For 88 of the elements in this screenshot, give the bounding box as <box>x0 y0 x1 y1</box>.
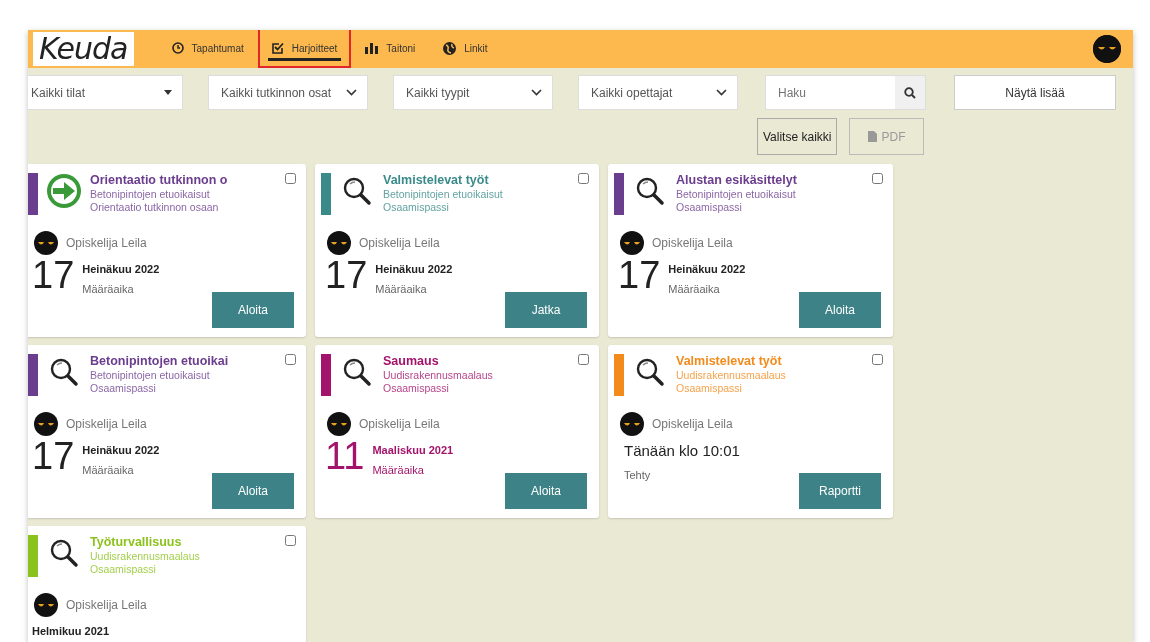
search-button[interactable] <box>895 76 925 109</box>
card-type: Osaamispassi <box>90 382 157 395</box>
card-action-button[interactable]: Aloita <box>505 473 587 509</box>
card-subtitle: Betonipintojen etuoikaisut <box>90 369 211 382</box>
card-checkbox[interactable] <box>578 354 589 365</box>
card-subtitle: Uudisrakennusmaalaus <box>676 369 786 382</box>
nav-tab[interactable]: Harjoitteet <box>257 30 352 68</box>
due-day: 17 <box>32 257 75 293</box>
due-day: 17 <box>618 257 661 293</box>
card-type: Osaamispassi <box>90 563 157 576</box>
due-month: Heinäkuu 2022 <box>668 262 746 277</box>
status-label: Tehty <box>624 467 652 483</box>
card-checkbox[interactable] <box>285 173 296 184</box>
completed-time: Tänään klo 10:01 <box>624 441 741 461</box>
due-month: Helmikuu 2021 <box>32 624 110 639</box>
avatar-icon <box>327 412 351 436</box>
card-action-button[interactable]: Aloita <box>799 292 881 328</box>
card-subtitle: Betonipintojen etuoikaisut <box>90 188 211 201</box>
card-checkbox[interactable] <box>578 173 589 184</box>
avatar-icon <box>327 231 351 255</box>
student-name: Opiskelija Leila <box>359 235 440 252</box>
filter-dropdown[interactable]: Kaikki tilat <box>28 75 183 110</box>
search-field[interactable]: Haku <box>765 75 926 110</box>
card-title[interactable]: Alustan esikäsittelyt <box>676 173 797 188</box>
clock-icon <box>171 42 184 54</box>
due-day: 17 <box>325 257 368 293</box>
card-title[interactable]: Orientaatio tutkinnon o <box>90 173 228 188</box>
due-label: Määräaika <box>82 462 135 478</box>
due-label: Määräaika <box>668 281 721 297</box>
due-month: Heinäkuu 2022 <box>82 262 160 277</box>
filter-dropdown[interactable]: Kaikki tyypit <box>393 75 553 110</box>
card-checkbox[interactable] <box>872 173 883 184</box>
action-button[interactable]: Valitse kaikki <box>757 118 838 155</box>
chevron-down-icon <box>531 89 542 96</box>
avatar-icon <box>620 231 644 255</box>
card-type: Osaamispassi <box>383 201 450 214</box>
card-subtitle: Uudisrakennusmaalaus <box>383 369 493 382</box>
card-action-button[interactable]: Aloita <box>212 473 294 509</box>
globe-icon <box>443 41 457 55</box>
avatar-icon <box>34 593 58 617</box>
card-checkbox[interactable] <box>285 354 296 365</box>
due-month: Heinäkuu 2022 <box>82 443 160 458</box>
card-title[interactable]: Betonipintojen etuoikai <box>90 354 229 369</box>
search-icon <box>904 87 916 100</box>
student-name: Opiskelija Leila <box>66 235 147 252</box>
card-type: Orientaatio tutkinnon osaan <box>90 201 220 214</box>
card-action-button[interactable]: Aloita <box>212 292 294 328</box>
show-more-button[interactable]: Näytä lisää <box>954 75 1116 110</box>
card-subtitle: Uudisrakennusmaalaus <box>90 550 200 563</box>
nav-tab[interactable]: Tapahtumat <box>157 30 258 68</box>
checkbox-icon <box>271 42 284 54</box>
card-subtitle: Betonipintojen etuoikaisut <box>676 188 797 201</box>
nav-tab[interactable]: Taitoni <box>351 30 430 68</box>
bar-chart-icon <box>365 42 379 54</box>
student-name: Opiskelija Leila <box>66 597 147 614</box>
card-checkbox[interactable] <box>285 535 296 546</box>
due-label: Määräaika <box>372 462 425 478</box>
card-subtitle: Betonipintojen etuoikaisut <box>383 188 503 201</box>
avatar-icon[interactable] <box>1093 35 1121 63</box>
avatar-icon <box>34 412 58 436</box>
due-day: 11 <box>325 438 365 474</box>
student-name: Opiskelija Leila <box>359 416 440 433</box>
card-action-button[interactable]: Raportti <box>799 473 881 509</box>
due-label: Määräaika <box>82 281 135 297</box>
avatar-icon <box>34 231 58 255</box>
chevron-down-icon <box>346 89 357 96</box>
due-day: 17 <box>32 438 75 474</box>
student-name: Opiskelija Leila <box>652 235 733 252</box>
logo[interactable]: Keuda <box>33 32 134 66</box>
avatar-icon <box>620 412 644 436</box>
student-name: Opiskelija Leila <box>66 416 147 433</box>
file-icon <box>868 130 878 142</box>
card-type: Osaamispassi <box>676 201 743 214</box>
caret-icon <box>164 90 172 95</box>
card-type: Osaamispassi <box>676 382 743 395</box>
due-month: Maaliskuu 2021 <box>372 443 454 458</box>
due-month: Heinäkuu 2022 <box>375 262 453 277</box>
filter-dropdown[interactable]: Kaikki opettajat <box>578 75 738 110</box>
card-title[interactable]: Valmistelevat työt <box>383 173 503 188</box>
nav-tab[interactable]: Linkit <box>429 30 502 68</box>
student-name: Opiskelija Leila <box>652 416 733 433</box>
filter-dropdown[interactable]: Kaikki tutkinnon osat <box>208 75 368 110</box>
card-type: Osaamispassi <box>383 382 450 395</box>
card-title[interactable]: Saumaus <box>383 354 493 369</box>
due-label: Määräaika <box>375 281 428 297</box>
chevron-down-icon <box>716 89 727 96</box>
card-checkbox[interactable] <box>872 354 883 365</box>
card-action-button[interactable]: Jatka <box>505 292 587 328</box>
